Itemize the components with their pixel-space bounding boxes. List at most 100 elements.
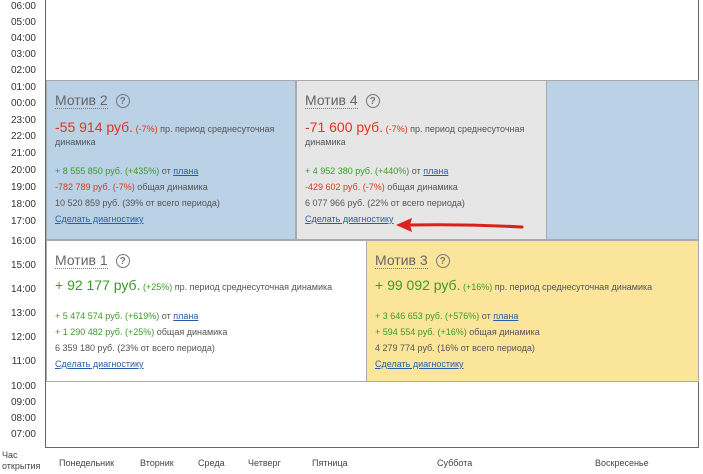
dyn-pct: (-7%) [112, 182, 135, 192]
plan-from: от [411, 166, 421, 176]
hour-label: 18:00 [10, 199, 36, 210]
motive-block-3: Мотив 3 ? + 99 092 руб. (+16%) пр. перио… [366, 240, 699, 382]
daily-pct: (+16%) [463, 282, 493, 292]
hour-label: 21:00 [10, 148, 36, 159]
daily-desc: пр. период среднесуточная динамика [174, 282, 333, 292]
day-label: Пятница [312, 458, 348, 468]
dyn-text: общая динамика [469, 327, 540, 337]
day-label: Воскресенье [595, 458, 649, 468]
daily-pct: (-7%) [385, 124, 408, 134]
plan-link[interactable]: плана [423, 166, 448, 176]
motive-block-empty [546, 80, 699, 240]
plan-link[interactable]: плана [173, 311, 198, 321]
hour-label: 07:00 [10, 429, 36, 440]
hour-axis: 06:00 05:00 04:00 03:00 02:00 01:00 00:0… [0, 0, 44, 448]
dynamics-row: + 594 554 руб. (+16%) общая динамика [375, 324, 690, 340]
motive-main-value: + 99 092 руб. (+16%) пр. период среднесу… [375, 277, 690, 294]
hour-label: 20:00 [10, 165, 36, 176]
hour-label: 19:00 [10, 182, 36, 193]
day-label: Среда [198, 458, 225, 468]
hour-label: 09:00 [10, 397, 36, 408]
motive-stats: + 5 474 574 руб. (+619%) от плана + 1 29… [55, 308, 358, 372]
motive-main-value: + 92 177 руб. (+25%) пр. период среднесу… [55, 277, 358, 294]
hour-label: 12:00 [10, 332, 36, 343]
help-icon[interactable]: ? [365, 94, 380, 108]
diagnostics-link[interactable]: Сделать диагностику [305, 214, 394, 224]
daily-amount: -55 914 руб. [55, 119, 134, 135]
daily-pct: (-7%) [135, 124, 158, 134]
dyn-pct: (+25%) [124, 327, 155, 337]
motive-title: Мотив 1 ? [55, 253, 358, 269]
hour-label: 00:00 [10, 98, 36, 109]
hour-label: 10:00 [10, 381, 36, 392]
motive-title: Мотив 4 ? [305, 93, 538, 109]
hour-label: 13:00 [10, 308, 36, 319]
dyn-text: общая динамика [156, 327, 228, 337]
hour-label: 04:00 [10, 33, 36, 44]
motive-block-4: Мотив 4 ? -71 600 руб. (-7%) пр. период … [296, 80, 547, 240]
motive-name[interactable]: Мотив 4 [305, 93, 358, 109]
plan-from: от [161, 311, 171, 321]
hour-label: 16:00 [10, 236, 36, 247]
dyn-pct: (-7%) [362, 182, 385, 192]
plan-row: + 3 646 653 руб. (+576%) от плана [375, 308, 690, 324]
dyn-text: общая динамика [387, 182, 458, 192]
hour-label: 14:00 [10, 284, 36, 295]
motive-block-1: Мотив 1 ? + 92 177 руб. (+25%) пр. перио… [46, 240, 367, 382]
diagnostics-link[interactable]: Сделать диагностику [375, 359, 464, 369]
daily-desc: пр. период среднесуточная динамика [494, 282, 653, 292]
hour-label: 23:00 [10, 115, 36, 126]
plan-pct: (+619%) [124, 311, 160, 321]
plan-row: + 5 474 574 руб. (+619%) от плана [55, 308, 358, 324]
dynamics-row: -429 602 руб. (-7%) общая динамика [305, 179, 538, 195]
hour-label: 02:00 [10, 65, 36, 76]
daily-amount: -71 600 руб. [305, 119, 384, 135]
plan-row: + 8 555 850 руб. (+435%) от плана [55, 163, 287, 179]
plan-amount: + 8 555 850 руб. [55, 166, 123, 176]
hour-label: 06:00 [10, 1, 36, 12]
motive-name[interactable]: Мотив 3 [375, 253, 428, 269]
motive-main-value: -71 600 руб. (-7%) пр. период среднесуто… [305, 119, 538, 149]
daily-pct: (+25%) [143, 282, 173, 292]
hour-label: 01:00 [10, 82, 36, 93]
dyn-amount: -782 789 руб. [55, 182, 111, 192]
dyn-amount: + 1 290 482 руб. [55, 327, 123, 337]
dynamics-row: + 1 290 482 руб. (+25%) общая динамика [55, 324, 358, 340]
motive-name[interactable]: Мотив 1 [55, 253, 108, 269]
day-label: Суббота [437, 458, 473, 468]
pointer-arrow-icon [396, 218, 524, 232]
dyn-pct: (+16%) [437, 327, 467, 337]
hour-label: 15:00 [10, 260, 36, 271]
day-label: Четверг [248, 458, 281, 468]
dyn-text: общая динамика [137, 182, 208, 192]
plan-amount: + 5 474 574 руб. [55, 311, 123, 321]
plan-pct: (+440%) [374, 166, 410, 176]
motive-stats: + 8 555 850 руб. (+435%) от плана -782 7… [55, 163, 287, 227]
hour-label: 17:00 [10, 216, 36, 227]
motive-block-2: Мотив 2 ? -55 914 руб. (-7%) пр. период … [46, 80, 296, 240]
diagnostics-link[interactable]: Сделать диагностику [55, 214, 144, 224]
total-row: 6 077 966 руб. (22% от всего периода) [305, 198, 465, 208]
hour-label: 22:00 [10, 131, 36, 142]
plan-from: от [161, 166, 171, 176]
plan-pct: (+576%) [444, 311, 480, 321]
total-row: 10 520 859 руб. (39% от всего периода) [55, 198, 220, 208]
diagnostics-link[interactable]: Сделать диагностику [55, 359, 144, 369]
daily-amount: + 92 177 руб. [55, 277, 141, 293]
help-icon[interactable]: ? [115, 254, 130, 268]
plan-link[interactable]: плана [493, 311, 518, 321]
plan-amount: + 4 952 380 руб. [305, 166, 373, 176]
help-icon[interactable]: ? [115, 94, 130, 108]
hour-label: 03:00 [10, 49, 36, 60]
axis-corner-label: Час открытия [2, 450, 41, 471]
daily-amount: + 99 092 руб. [375, 277, 461, 293]
motive-name[interactable]: Мотив 2 [55, 93, 108, 109]
motive-title: Мотив 3 ? [375, 253, 690, 269]
plan-pct: (+435%) [124, 166, 160, 176]
hour-label: 08:00 [10, 413, 36, 424]
plan-link[interactable]: плана [173, 166, 198, 176]
motive-grid: Мотив 2 ? -55 914 руб. (-7%) пр. период … [45, 0, 699, 448]
help-icon[interactable]: ? [435, 254, 450, 268]
dyn-amount: + 594 554 руб. [375, 327, 435, 337]
plan-from: от [481, 311, 491, 321]
